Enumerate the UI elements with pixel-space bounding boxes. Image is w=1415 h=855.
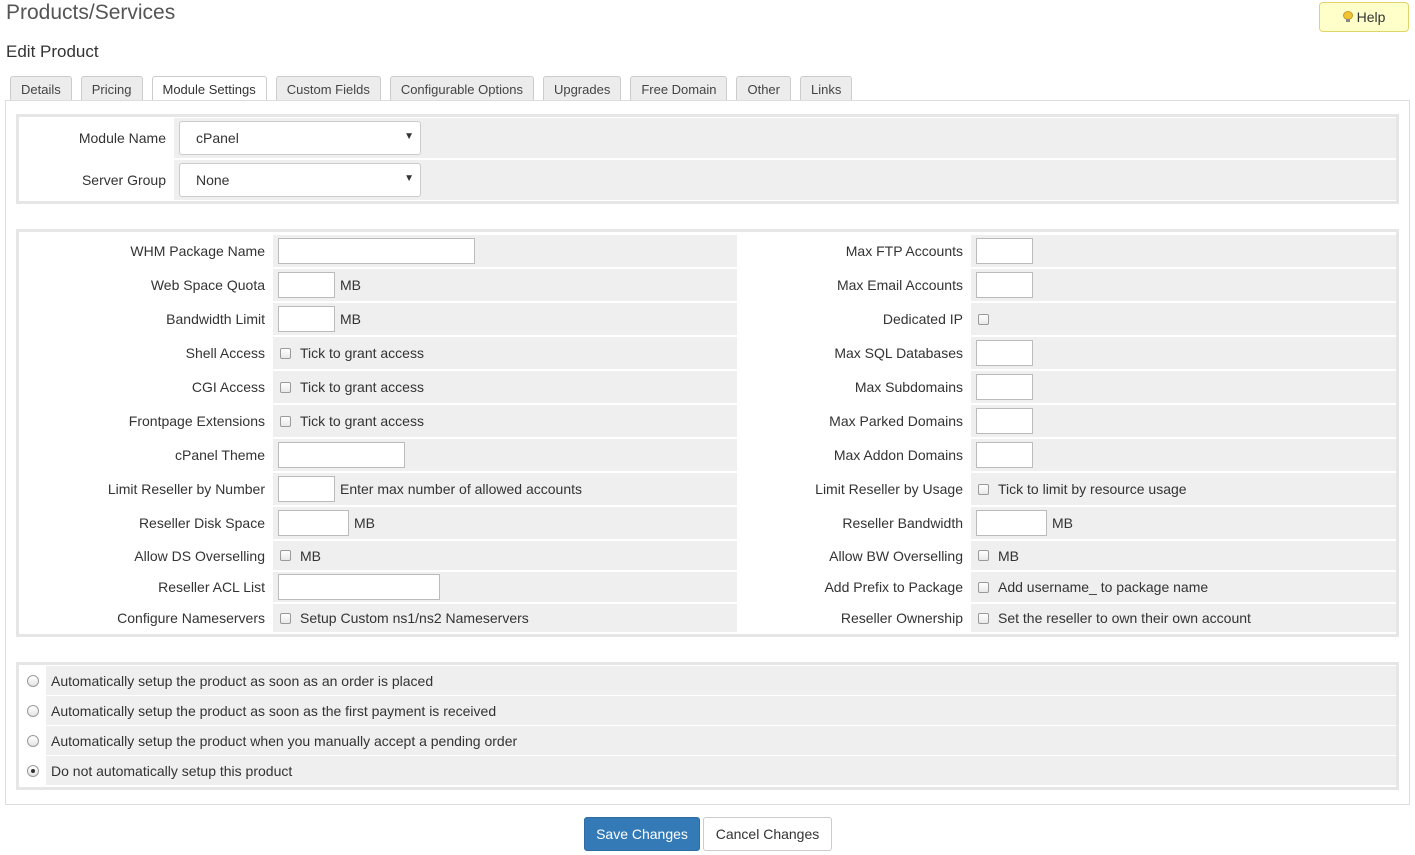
limit-reseller-by-number-input[interactable]	[278, 476, 335, 502]
autosetup-order-radio[interactable]	[26, 674, 39, 687]
add-prefix-to-package-checkbox[interactable]	[978, 581, 989, 593]
max-subdomains-label: Max Subdomains	[737, 371, 971, 403]
save-changes-button[interactable]: Save Changes	[584, 817, 700, 851]
unit-mb: MB	[1052, 515, 1073, 531]
shell-access-checkbox[interactable]	[280, 347, 291, 359]
tab-links[interactable]: Links	[799, 76, 853, 101]
page-subtitle: Edit Product	[6, 42, 99, 61]
tab-other[interactable]: Other	[736, 76, 791, 101]
module-name-value: cPanel	[196, 130, 239, 146]
cpanel-theme-label: cPanel Theme	[19, 439, 273, 471]
max-addon-domains-label: Max Addon Domains	[737, 439, 971, 471]
tab-details[interactable]: Details	[10, 76, 72, 101]
allow-bw-overselling-checkbox[interactable]	[978, 550, 989, 561]
allow-ds-overselling-label: Allow DS Overselling	[19, 541, 273, 570]
lightbulb-icon	[1342, 11, 1353, 23]
max-allowed-accounts-hint: Enter max number of allowed accounts	[340, 481, 583, 497]
configure-nameservers-label: Configure Nameservers	[19, 604, 273, 632]
help-label: Help	[1356, 9, 1386, 25]
max-addon-domains-input[interactable]	[976, 442, 1033, 468]
module-name-label: Module Name	[19, 118, 174, 158]
unit-mb: MB	[340, 311, 361, 327]
page-title: Products/Services	[6, 1, 176, 24]
configure-nameservers-checkbox[interactable]	[280, 612, 291, 624]
cgi-access-label: CGI Access	[19, 371, 273, 403]
limit-reseller-by-usage-label: Limit Reseller by Usage	[737, 473, 971, 505]
reseller-ownership-label: Reseller Ownership	[737, 604, 971, 632]
reseller-acl-list-input[interactable]	[278, 574, 440, 600]
tab-free-domain[interactable]: Free Domain	[630, 76, 728, 101]
max-parked-domains-input[interactable]	[976, 408, 1033, 434]
autosetup-order-label: Automatically setup the product as soon …	[46, 666, 1396, 695]
dropdown-arrow-icon: ▼	[404, 173, 414, 184]
reseller-acl-list-label: Reseller ACL List	[19, 572, 273, 602]
max-subdomains-input[interactable]	[976, 374, 1033, 400]
limit-by-usage-hint: Tick to limit by resource usage	[998, 481, 1187, 497]
limit-reseller-by-number-label: Limit Reseller by Number	[19, 473, 273, 505]
autosetup-payment-radio[interactable]	[26, 704, 39, 717]
setup-ns-hint: Setup Custom ns1/ns2 Nameservers	[300, 610, 529, 626]
web-space-quota-label: Web Space Quota	[19, 269, 273, 301]
module-name-select[interactable]: cPanel ▼	[179, 121, 421, 155]
autosetup-none-label: Do not automatically setup this product	[46, 756, 1396, 785]
max-sql-databases-label: Max SQL Databases	[737, 337, 971, 369]
tab-upgrades[interactable]: Upgrades	[542, 76, 622, 101]
tab-configurable-options[interactable]: Configurable Options	[389, 76, 534, 101]
cancel-changes-button[interactable]: Cancel Changes	[703, 817, 832, 851]
max-email-accounts-label: Max Email Accounts	[737, 269, 971, 301]
bandwidth-limit-input[interactable]	[278, 306, 335, 332]
reseller-ownership-checkbox[interactable]	[978, 612, 989, 624]
module-selection-box: Module Name cPanel ▼ Server Group None ▼	[16, 114, 1399, 204]
reseller-disk-space-label: Reseller Disk Space	[19, 507, 273, 539]
max-ftp-accounts-input[interactable]	[976, 238, 1033, 264]
frontpage-extensions-hint: Tick to grant access	[300, 413, 424, 429]
shell-access-label: Shell Access	[19, 337, 273, 369]
whm-package-name-input[interactable]	[278, 238, 475, 264]
frontpage-extensions-label: Frontpage Extensions	[19, 405, 273, 437]
allow-ds-overselling-checkbox[interactable]	[280, 550, 291, 561]
frontpage-extensions-checkbox[interactable]	[280, 415, 291, 427]
unit-mb: MB	[340, 277, 361, 293]
max-parked-domains-label: Max Parked Domains	[737, 405, 971, 437]
tab-custom-fields[interactable]: Custom Fields	[275, 76, 381, 101]
reseller-bandwidth-label: Reseller Bandwidth	[737, 507, 971, 539]
help-button[interactable]: Help	[1319, 2, 1409, 32]
tab-module-settings[interactable]: Module Settings	[151, 76, 267, 102]
web-space-quota-input[interactable]	[278, 272, 335, 298]
shell-access-hint: Tick to grant access	[300, 345, 424, 361]
unit-mb: MB	[300, 547, 321, 564]
limit-reseller-by-usage-checkbox[interactable]	[978, 483, 989, 495]
cgi-access-hint: Tick to grant access	[300, 379, 424, 395]
cgi-access-checkbox[interactable]	[280, 381, 291, 393]
reseller-disk-space-input[interactable]	[278, 510, 349, 536]
autosetup-accept-label: Automatically setup the product when you…	[46, 726, 1396, 755]
max-sql-databases-input[interactable]	[976, 340, 1033, 366]
dedicated-ip-checkbox[interactable]	[978, 313, 989, 325]
whm-package-name-label: WHM Package Name	[19, 235, 273, 267]
cpanel-theme-input[interactable]	[278, 442, 405, 468]
server-group-value: None	[196, 172, 230, 188]
max-email-accounts-input[interactable]	[976, 272, 1033, 298]
tab-pricing[interactable]: Pricing	[80, 76, 143, 101]
dropdown-arrow-icon: ▼	[404, 131, 414, 142]
tab-bar: Details Pricing Module Settings Custom F…	[10, 76, 861, 102]
autosetup-accept-radio[interactable]	[26, 734, 39, 747]
allow-bw-overselling-label: Allow BW Overselling	[737, 541, 971, 570]
autosetup-payment-label: Automatically setup the product as soon …	[46, 696, 1396, 725]
max-ftp-accounts-label: Max FTP Accounts	[737, 235, 971, 267]
module-config-box: WHM Package Name Max FTP Accounts Web Sp…	[16, 229, 1399, 637]
unit-mb: MB	[354, 515, 375, 531]
reseller-own-account-hint: Set the reseller to own their own accoun…	[998, 610, 1251, 626]
unit-mb: MB	[998, 547, 1019, 564]
server-group-select[interactable]: None ▼	[179, 163, 421, 197]
autosetup-none-radio[interactable]	[26, 764, 39, 777]
bandwidth-limit-label: Bandwidth Limit	[19, 303, 273, 335]
dedicated-ip-label: Dedicated IP	[737, 303, 971, 335]
autosetup-box: Automatically setup the product as soon …	[16, 662, 1399, 790]
add-username-prefix-hint: Add username_ to package name	[998, 579, 1209, 595]
add-prefix-to-package-label: Add Prefix to Package	[737, 572, 971, 602]
server-group-label: Server Group	[19, 160, 174, 200]
reseller-bandwidth-input[interactable]	[976, 510, 1047, 536]
